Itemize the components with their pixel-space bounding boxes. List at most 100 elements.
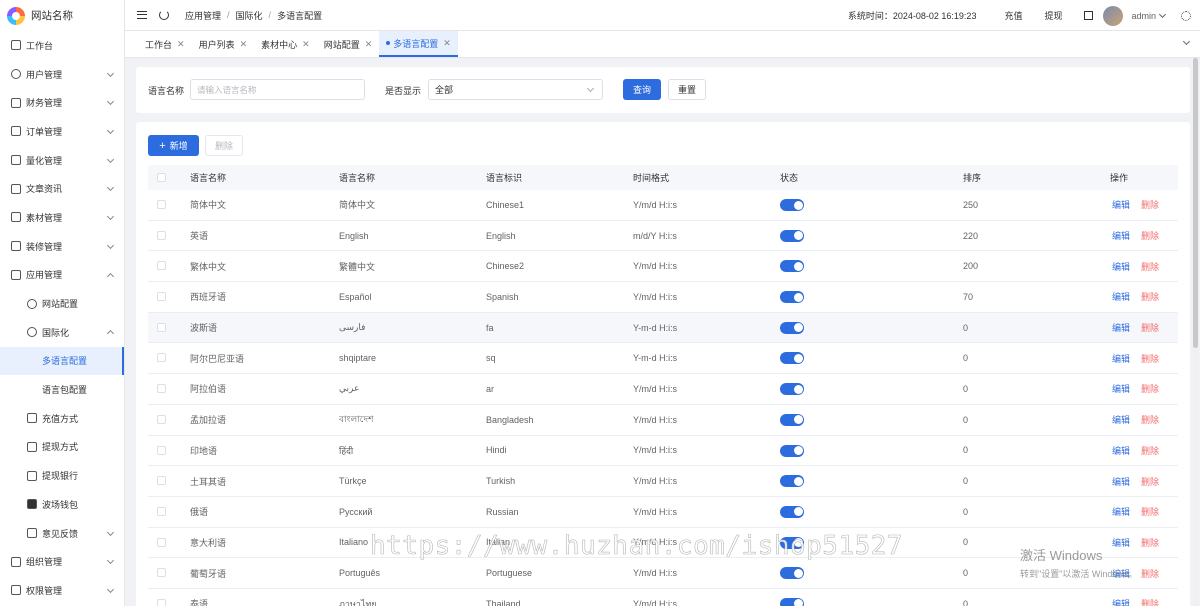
sidebar-item-withdraw-methods[interactable]: 提现方式 xyxy=(0,433,124,462)
sidebar-item-articles[interactable]: 文章资讯 xyxy=(0,174,124,203)
status-switch[interactable] xyxy=(780,597,804,606)
status-switch[interactable] xyxy=(780,475,804,488)
breadcrumb-item[interactable]: 国际化 xyxy=(236,9,263,22)
sidebar-item-orders[interactable]: 订单管理 xyxy=(0,117,124,146)
user-name[interactable]: admin xyxy=(1131,11,1156,21)
row-checkbox[interactable] xyxy=(157,384,166,394)
sidebar-item-materials[interactable]: 素材管理 xyxy=(0,203,124,232)
row-checkbox[interactable] xyxy=(157,200,166,209)
edit-link[interactable]: 编辑 xyxy=(1112,475,1130,488)
select-all-checkbox[interactable] xyxy=(157,173,166,182)
row-checkbox[interactable] xyxy=(157,414,166,424)
status-switch[interactable] xyxy=(780,567,804,580)
sidebar-item-site-config[interactable]: 网站配置 xyxy=(0,289,124,318)
delete-link[interactable]: 删除 xyxy=(1141,290,1159,303)
delete-link[interactable]: 删除 xyxy=(1141,198,1159,211)
row-checkbox[interactable] xyxy=(157,568,166,578)
edit-link[interactable]: 编辑 xyxy=(1112,260,1130,273)
edit-link[interactable]: 编辑 xyxy=(1112,229,1130,242)
status-switch[interactable] xyxy=(780,260,804,273)
sidebar-item-organization[interactable]: 组织管理 xyxy=(0,547,124,576)
delete-link[interactable]: 删除 xyxy=(1141,597,1159,606)
tab-workbench[interactable]: 工作台 ✕ xyxy=(138,31,192,57)
language-name-input[interactable] xyxy=(190,79,365,100)
page-scrollbar[interactable] xyxy=(1193,58,1198,606)
row-checkbox[interactable] xyxy=(157,230,166,240)
delete-link[interactable]: 删除 xyxy=(1141,413,1159,426)
delete-link[interactable]: 删除 xyxy=(1141,260,1159,273)
sidebar-item-apps[interactable]: 应用管理 xyxy=(0,261,124,290)
close-icon[interactable]: ✕ xyxy=(240,39,248,50)
menu-toggle-icon[interactable] xyxy=(137,11,147,19)
sidebar-item-workbench[interactable]: 工作台 xyxy=(0,31,124,60)
edit-link[interactable]: 编辑 xyxy=(1112,567,1130,580)
chevron-down-icon[interactable] xyxy=(1158,10,1167,18)
status-switch[interactable] xyxy=(780,291,804,304)
sidebar-item-quant[interactable]: 量化管理 xyxy=(0,146,124,175)
withdraw-link[interactable]: 提现 xyxy=(1044,9,1062,22)
add-button[interactable]: + 新增 xyxy=(148,135,199,156)
delete-link[interactable]: 删除 xyxy=(1141,229,1159,242)
scrollbar-thumb[interactable] xyxy=(1193,58,1198,348)
status-switch[interactable] xyxy=(780,444,804,457)
row-checkbox[interactable] xyxy=(157,537,166,547)
row-checkbox[interactable] xyxy=(157,506,166,516)
row-checkbox[interactable] xyxy=(157,261,166,271)
sidebar-item-feedback[interactable]: 意见反馈 xyxy=(0,519,124,548)
row-checkbox[interactable] xyxy=(157,445,166,455)
edit-link[interactable]: 编辑 xyxy=(1112,290,1130,303)
close-icon[interactable]: ✕ xyxy=(365,39,373,50)
tab-material-center[interactable]: 素材中心 ✕ xyxy=(254,31,317,57)
sidebar-item-tron-wallet[interactable]: 波场钱包 xyxy=(0,490,124,519)
row-checkbox[interactable] xyxy=(157,292,166,302)
delete-link[interactable]: 删除 xyxy=(1141,382,1159,395)
sidebar-item-permissions[interactable]: 权限管理 xyxy=(0,576,124,605)
recharge-link[interactable]: 充值 xyxy=(1004,9,1022,22)
edit-link[interactable]: 编辑 xyxy=(1112,382,1130,395)
edit-link[interactable]: 编辑 xyxy=(1112,413,1130,426)
tab-user-list[interactable]: 用户列表 ✕ xyxy=(192,31,255,57)
row-checkbox[interactable] xyxy=(157,598,166,606)
edit-link[interactable]: 编辑 xyxy=(1112,505,1130,518)
edit-link[interactable]: 编辑 xyxy=(1112,352,1130,365)
sidebar-item-finance[interactable]: 财务管理 xyxy=(0,88,124,117)
status-switch[interactable] xyxy=(780,199,804,211)
close-icon[interactable]: ✕ xyxy=(443,38,451,49)
status-switch[interactable] xyxy=(780,413,804,426)
edit-link[interactable]: 编辑 xyxy=(1112,198,1130,211)
row-checkbox[interactable] xyxy=(157,322,166,332)
delete-link[interactable]: 删除 xyxy=(1141,444,1159,457)
logo[interactable]: 网站名称 xyxy=(0,0,124,31)
delete-link[interactable]: 删除 xyxy=(1141,505,1159,518)
status-switch[interactable] xyxy=(780,321,804,334)
batch-delete-button[interactable]: 删除 xyxy=(205,135,243,156)
sidebar-item-users[interactable]: 用户管理 xyxy=(0,60,124,89)
status-switch[interactable] xyxy=(780,229,804,242)
close-icon[interactable]: ✕ xyxy=(177,39,185,50)
query-button[interactable]: 查询 xyxy=(623,79,661,100)
delete-link[interactable]: 删除 xyxy=(1141,321,1159,334)
status-switch[interactable] xyxy=(780,505,804,518)
tab-site-config[interactable]: 网站配置 ✕ xyxy=(317,31,380,57)
row-checkbox[interactable] xyxy=(157,476,166,486)
delete-link[interactable]: 删除 xyxy=(1141,567,1159,580)
status-switch[interactable] xyxy=(780,536,804,549)
edit-link[interactable]: 编辑 xyxy=(1112,444,1130,457)
delete-link[interactable]: 删除 xyxy=(1141,352,1159,365)
status-switch[interactable] xyxy=(780,383,804,396)
sidebar-item-recharge-methods[interactable]: 充值方式 xyxy=(0,404,124,433)
fullscreen-icon[interactable] xyxy=(1084,11,1094,20)
sidebar-item-decoration[interactable]: 装修管理 xyxy=(0,232,124,261)
show-select[interactable]: 全部 xyxy=(428,79,603,100)
delete-link[interactable]: 删除 xyxy=(1141,475,1159,488)
tab-multilang[interactable]: 多语言配置 ✕ xyxy=(379,31,458,57)
sidebar-item-withdraw-banks[interactable]: 提现银行 xyxy=(0,461,124,490)
sidebar-item-i18n[interactable]: 国际化 xyxy=(0,318,124,347)
gear-icon[interactable] xyxy=(1181,10,1191,21)
close-icon[interactable]: ✕ xyxy=(302,39,310,50)
row-checkbox[interactable] xyxy=(157,353,166,363)
edit-link[interactable]: 编辑 xyxy=(1112,536,1130,549)
edit-link[interactable]: 编辑 xyxy=(1112,597,1130,606)
reset-button[interactable]: 重置 xyxy=(668,79,706,100)
sidebar-item-multilang[interactable]: 多语言配置 xyxy=(0,346,124,376)
